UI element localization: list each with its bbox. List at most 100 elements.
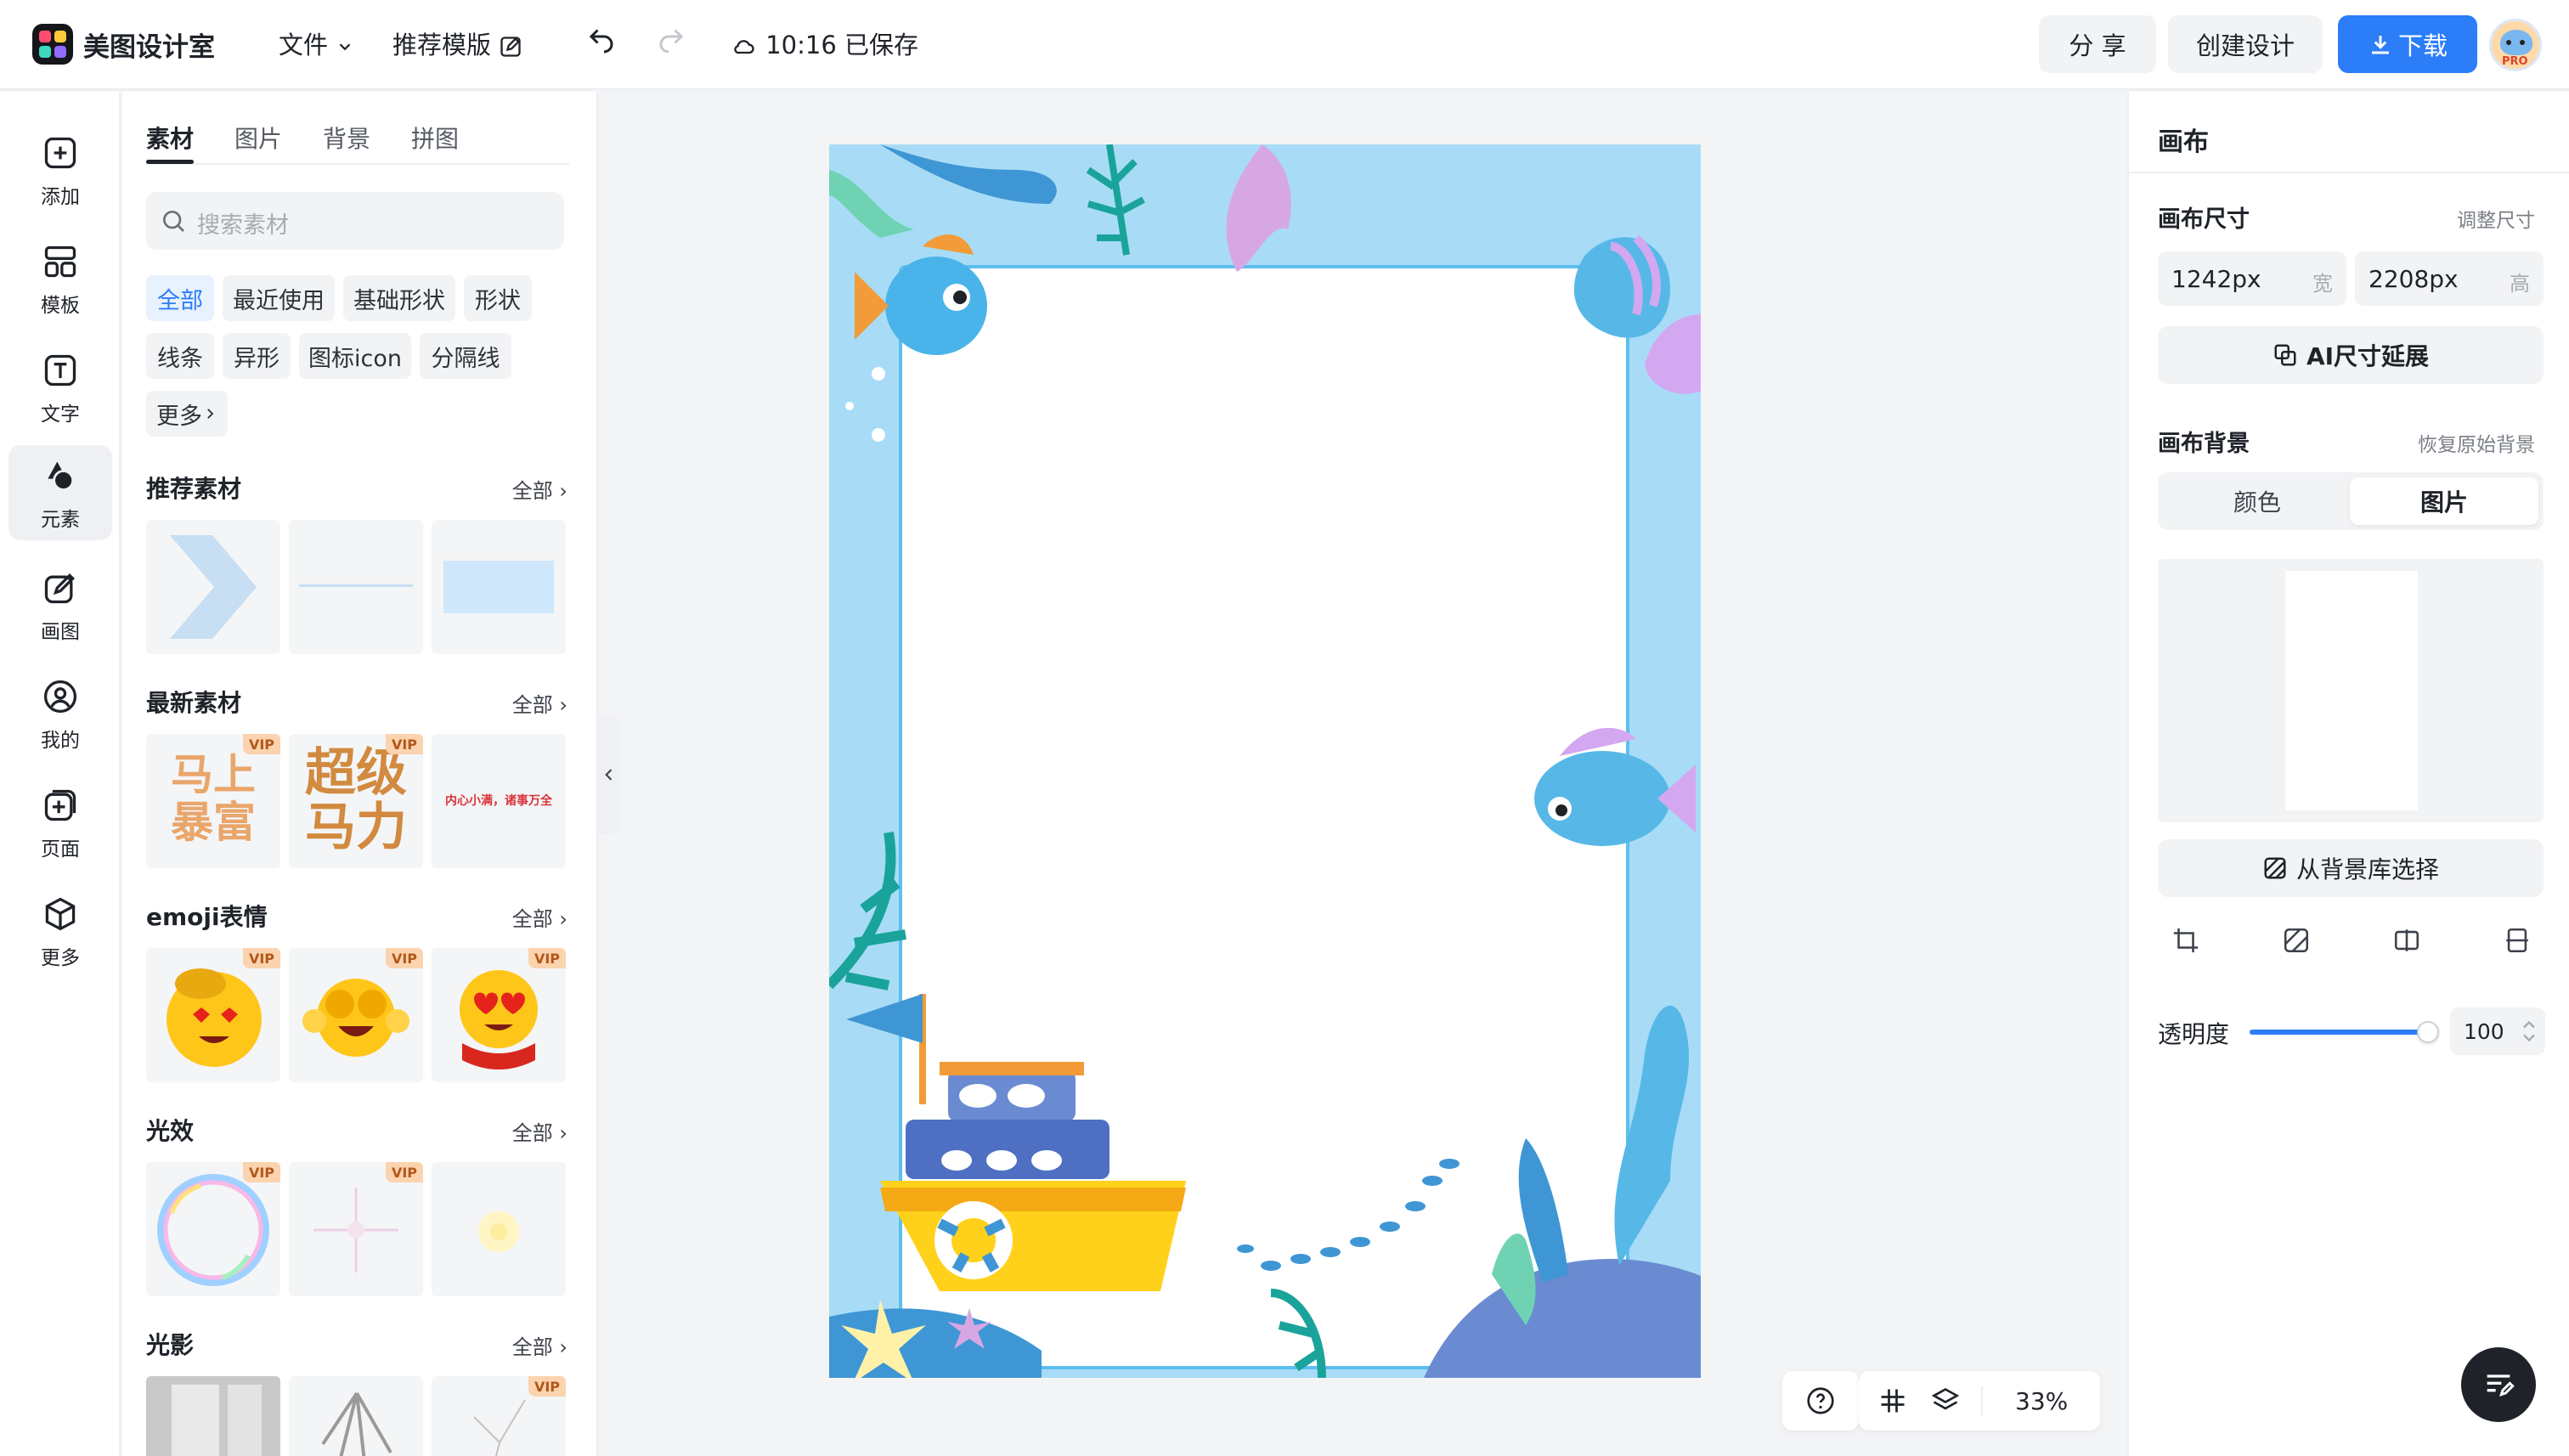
replace-image-icon[interactable]	[2282, 926, 2311, 955]
see-all-recommended[interactable]: 全部 ›	[512, 474, 567, 504]
rail-item-more[interactable]: 更多	[8, 883, 112, 979]
grid-icon[interactable]	[1877, 1385, 1908, 1416]
template-icon	[44, 245, 76, 278]
undo-icon[interactable]	[586, 24, 617, 54]
collapse-panel-handle[interactable]	[598, 715, 620, 834]
flip-vertical-icon[interactable]	[2503, 926, 2532, 955]
see-all-label: 全部	[511, 479, 553, 503]
redo-icon[interactable]	[656, 24, 686, 54]
material-line[interactable]	[289, 520, 423, 654]
opacity-slider-fill	[2250, 1030, 2428, 1035]
rail-item-template[interactable]: 模板	[8, 231, 112, 326]
material-text-art-3[interactable]: 内心小满，诸事万全	[432, 734, 566, 868]
effect-glow[interactable]	[432, 1162, 566, 1296]
filter-more-label: 更多	[156, 403, 202, 430]
filter-more[interactable]: 更多	[146, 391, 228, 437]
rail-item-draw[interactable]: 画图	[8, 557, 112, 652]
tab-divider	[146, 163, 569, 165]
shapes-icon	[48, 461, 75, 491]
tab-background[interactable]: 背景	[323, 121, 370, 155]
see-all-label: 全部	[511, 693, 553, 717]
stepper-icon[interactable]	[2521, 1019, 2537, 1044]
see-all-newest[interactable]: 全部 ›	[512, 688, 567, 718]
restore-bg-link[interactable]: 恢复原始背景	[2418, 428, 2535, 457]
see-all-emoji[interactable]: 全部 ›	[512, 902, 567, 932]
plus-square-icon	[44, 137, 76, 169]
bg-preview	[2158, 559, 2544, 822]
see-all-label: 全部	[511, 1121, 553, 1145]
height-field[interactable]: 2208px 高	[2355, 251, 2544, 306]
zoom-divider	[1981, 1386, 1983, 1415]
rail-label-pages: 页面	[41, 838, 80, 861]
shadow-palm[interactable]	[289, 1376, 423, 1456]
rail-item-elements[interactable]: 元素	[8, 445, 112, 540]
create-design-button[interactable]: 创建设计	[2168, 15, 2323, 73]
height-unit: 高	[2510, 272, 2530, 296]
file-menu[interactable]: 文件	[279, 25, 354, 61]
share-button[interactable]: 分 享	[2039, 15, 2156, 73]
material-rectangle[interactable]	[432, 520, 566, 654]
bg-type-color[interactable]: 颜色	[2163, 477, 2352, 525]
tab-material[interactable]: 素材	[146, 121, 194, 155]
assistant-fab[interactable]	[2461, 1347, 2536, 1422]
emoji-heart-eyes-scarf[interactable]: VIP	[432, 948, 566, 1082]
bg-library-button[interactable]: 从背景库选择	[2158, 839, 2544, 897]
rail-item-mine[interactable]: 我的	[8, 666, 112, 761]
zoom-level[interactable]: 33%	[2015, 1387, 2068, 1415]
recommend-template-label: 推荐模版	[392, 31, 492, 59]
resize-link[interactable]: 调整尺寸	[2457, 204, 2535, 233]
recommend-template-button[interactable]: 推荐模版	[392, 25, 522, 61]
opacity-slider[interactable]	[2250, 1021, 2439, 1043]
flip-horizontal-icon[interactable]	[2392, 926, 2421, 955]
width-field[interactable]: 1242px 宽	[2158, 251, 2346, 306]
layers-icon[interactable]	[1930, 1385, 1961, 1416]
emoji-coin-eyes[interactable]: VIP	[289, 948, 423, 1082]
download-button[interactable]: 下载	[2338, 15, 2477, 73]
filter-icons[interactable]: 图标icon	[299, 333, 411, 379]
width-value: 1242px	[2171, 265, 2261, 293]
search-input[interactable]: 搜索素材	[146, 192, 564, 250]
top-bar: 美图设计室 文件 推荐模版 10:16 已保存 分 享 创建设计 下载 PRO	[0, 0, 2569, 90]
opacity-value: 100	[2464, 1019, 2504, 1044]
help-icon[interactable]	[1805, 1385, 1836, 1416]
rail-label-elements: 元素	[41, 509, 80, 531]
design-canvas[interactable]	[829, 144, 1701, 1378]
effect-sparkle[interactable]: VIP	[289, 1162, 423, 1296]
material-text-art-1[interactable]: 马上暴富 VIP	[146, 734, 280, 868]
see-all-light-effects[interactable]: 全部 ›	[512, 1116, 567, 1146]
effect-bubble[interactable]: VIP	[146, 1162, 280, 1296]
avatar[interactable]: PRO	[2489, 19, 2542, 71]
rail-item-text[interactable]: 文字	[8, 340, 112, 435]
opacity-input[interactable]: 100	[2450, 1007, 2545, 1055]
search-icon	[163, 211, 184, 232]
vip-badge: VIP	[243, 948, 280, 968]
see-all-light-shadow[interactable]: 全部 ›	[512, 1330, 567, 1360]
ocean-illustration	[829, 144, 1701, 1378]
rail-item-pages[interactable]: 页面	[8, 775, 112, 870]
vip-badge: VIP	[243, 1162, 280, 1182]
filter-irregular[interactable]: 异形	[223, 333, 291, 379]
filter-lines[interactable]: 线条	[146, 333, 214, 379]
tab-images[interactable]: 图片	[234, 121, 282, 155]
crop-icon[interactable]	[2171, 926, 2200, 955]
material-chevron-shape[interactable]	[146, 520, 280, 654]
cloud-icon	[734, 40, 754, 54]
emoji-money-face[interactable]: VIP	[146, 948, 280, 1082]
shadow-window[interactable]	[146, 1376, 280, 1456]
opacity-slider-knob[interactable]	[2417, 1021, 2439, 1043]
rail-item-add[interactable]: 添加	[8, 122, 112, 217]
filter-shapes[interactable]: 形状	[464, 275, 532, 321]
filter-all[interactable]: 全部	[146, 275, 214, 321]
material-text-art-2[interactable]: 超级马力 VIP	[289, 734, 423, 868]
filter-dividers[interactable]: 分隔线	[420, 333, 511, 379]
app-logo[interactable]	[32, 24, 73, 65]
tab-collage[interactable]: 拼图	[411, 121, 459, 155]
panel-title: 画布	[2158, 127, 2209, 157]
shadow-branch[interactable]: VIP	[432, 1376, 566, 1456]
filter-recent[interactable]: 最近使用	[223, 275, 335, 321]
save-status: 10:16 已保存	[731, 25, 918, 61]
bg-type-image[interactable]: 图片	[2350, 477, 2538, 525]
filter-basic-shapes[interactable]: 基础形状	[343, 275, 455, 321]
ai-extend-button[interactable]: AI尺寸延展	[2158, 326, 2544, 384]
bg-library-label: 从背景库选择	[2295, 855, 2439, 883]
